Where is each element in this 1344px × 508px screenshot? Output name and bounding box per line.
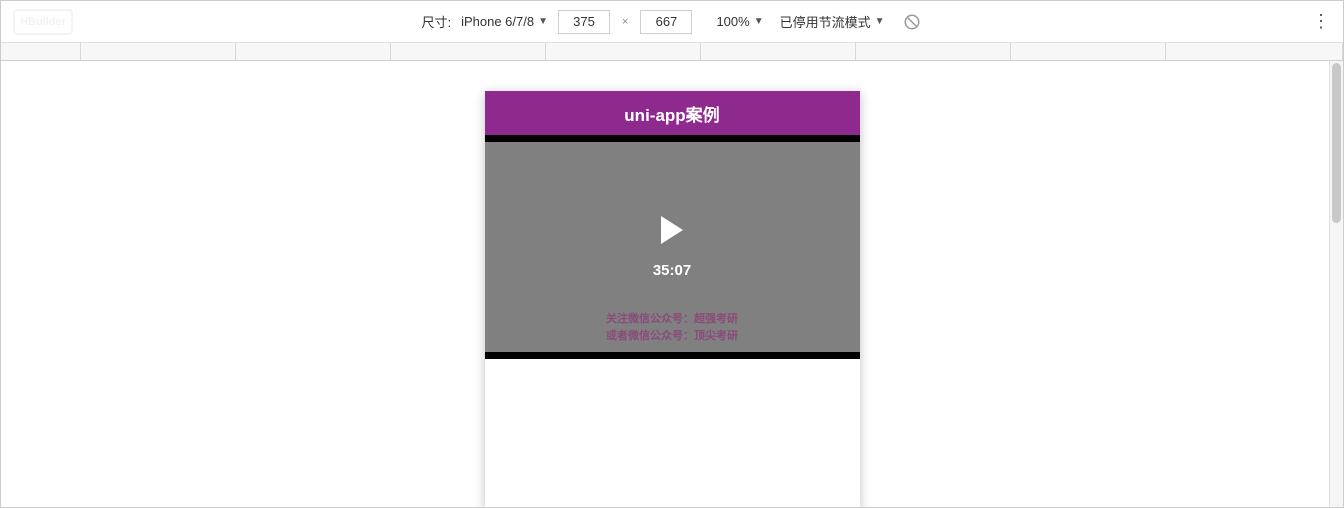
ruler-bar <box>1 43 1343 61</box>
watermark-badge: HBuilder <box>13 9 73 35</box>
scrollbar-thumb[interactable] <box>1332 63 1341 223</box>
chevron-down-icon: ▼ <box>538 16 548 27</box>
scrollbar-vertical[interactable] <box>1329 61 1343 507</box>
more-menu-icon[interactable]: ⋮ <box>1309 10 1333 34</box>
video-letterbox-top <box>485 135 860 142</box>
caption-line-1: 关注微信公众号：超强考研 <box>485 311 860 328</box>
chevron-down-icon: ▼ <box>754 16 764 27</box>
width-input[interactable] <box>558 10 610 34</box>
page-title: uni-app案例 <box>624 101 719 126</box>
video-duration: 35:07 <box>653 262 691 279</box>
video-caption: 关注微信公众号：超强考研 或者微信公众号：顶尖考研 <box>485 311 860 344</box>
throttle-value: 已停用节流模式 <box>780 12 871 31</box>
device-toolbar: HBuilder 尺寸: iPhone 6/7/8 ▼ × 100% ▼ 已停用… <box>1 1 1343 43</box>
app-header: uni-app案例 <box>485 91 860 135</box>
zoom-select[interactable]: 100% ▼ <box>716 14 763 29</box>
throttle-select[interactable]: 已停用节流模式 ▼ <box>780 12 885 31</box>
viewport-area: uni-app案例 35:07 关注微信公众号：超强考研 或者微信公众号：顶尖考… <box>1 61 1343 507</box>
play-icon[interactable] <box>661 216 683 244</box>
dimension-separator: × <box>620 16 630 28</box>
caption-line-2: 或者微信公众号：顶尖考研 <box>485 328 860 345</box>
zoom-value: 100% <box>716 14 749 29</box>
height-input[interactable] <box>640 10 692 34</box>
devtools-window: HBuilder 尺寸: iPhone 6/7/8 ▼ × 100% ▼ 已停用… <box>0 0 1344 508</box>
size-label: 尺寸: <box>421 12 451 31</box>
device-name: iPhone 6/7/8 <box>461 14 534 29</box>
device-select[interactable]: iPhone 6/7/8 ▼ <box>461 14 548 29</box>
app-content <box>485 359 860 507</box>
device-frame: uni-app案例 35:07 关注微信公众号：超强考研 或者微信公众号：顶尖考… <box>485 91 860 507</box>
video-body: 35:07 关注微信公众号：超强考研 或者微信公众号：顶尖考研 <box>485 142 860 352</box>
rotate-icon[interactable] <box>901 11 923 33</box>
video-player[interactable]: 35:07 关注微信公众号：超强考研 或者微信公众号：顶尖考研 <box>485 135 860 359</box>
toolbar-controls: 尺寸: iPhone 6/7/8 ▼ × 100% ▼ 已停用节流模式 ▼ <box>421 10 922 34</box>
video-letterbox-bottom <box>485 352 860 359</box>
chevron-down-icon: ▼ <box>875 16 885 27</box>
